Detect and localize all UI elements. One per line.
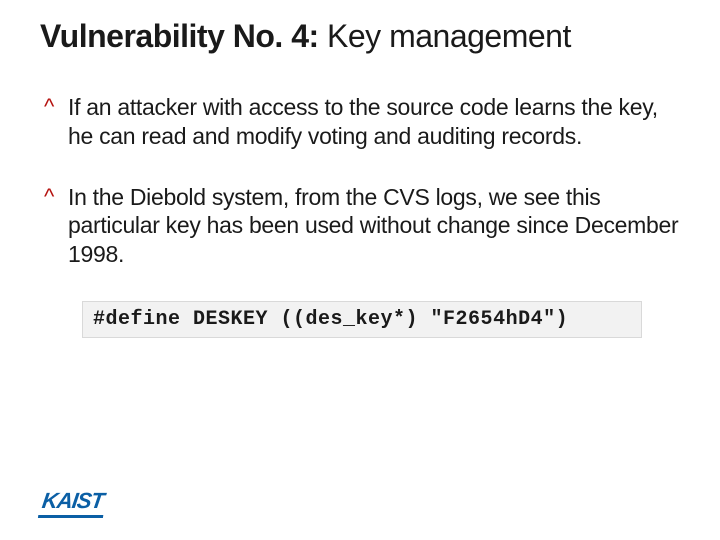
title-bold: Vulnerability No. 4:	[40, 18, 319, 54]
bullet-text: If an attacker with access to the source…	[68, 93, 680, 151]
kaist-logo: KAIST	[38, 488, 107, 518]
slide-title: Vulnerability No. 4: Key management	[40, 18, 680, 55]
bullet-text: In the Diebold system, from the CVS logs…	[68, 183, 680, 269]
caret-up-icon: ^	[44, 183, 68, 211]
caret-up-icon: ^	[44, 93, 68, 121]
title-rest: Key management	[319, 18, 571, 54]
list-item: ^ If an attacker with access to the sour…	[44, 93, 680, 151]
code-snippet: #define DESKEY ((des_key*) "F2654hD4")	[82, 301, 642, 338]
list-item: ^ In the Diebold system, from the CVS lo…	[44, 183, 680, 269]
bullet-list: ^ If an attacker with access to the sour…	[40, 93, 680, 269]
slide: Vulnerability No. 4: Key management ^ If…	[0, 0, 720, 540]
